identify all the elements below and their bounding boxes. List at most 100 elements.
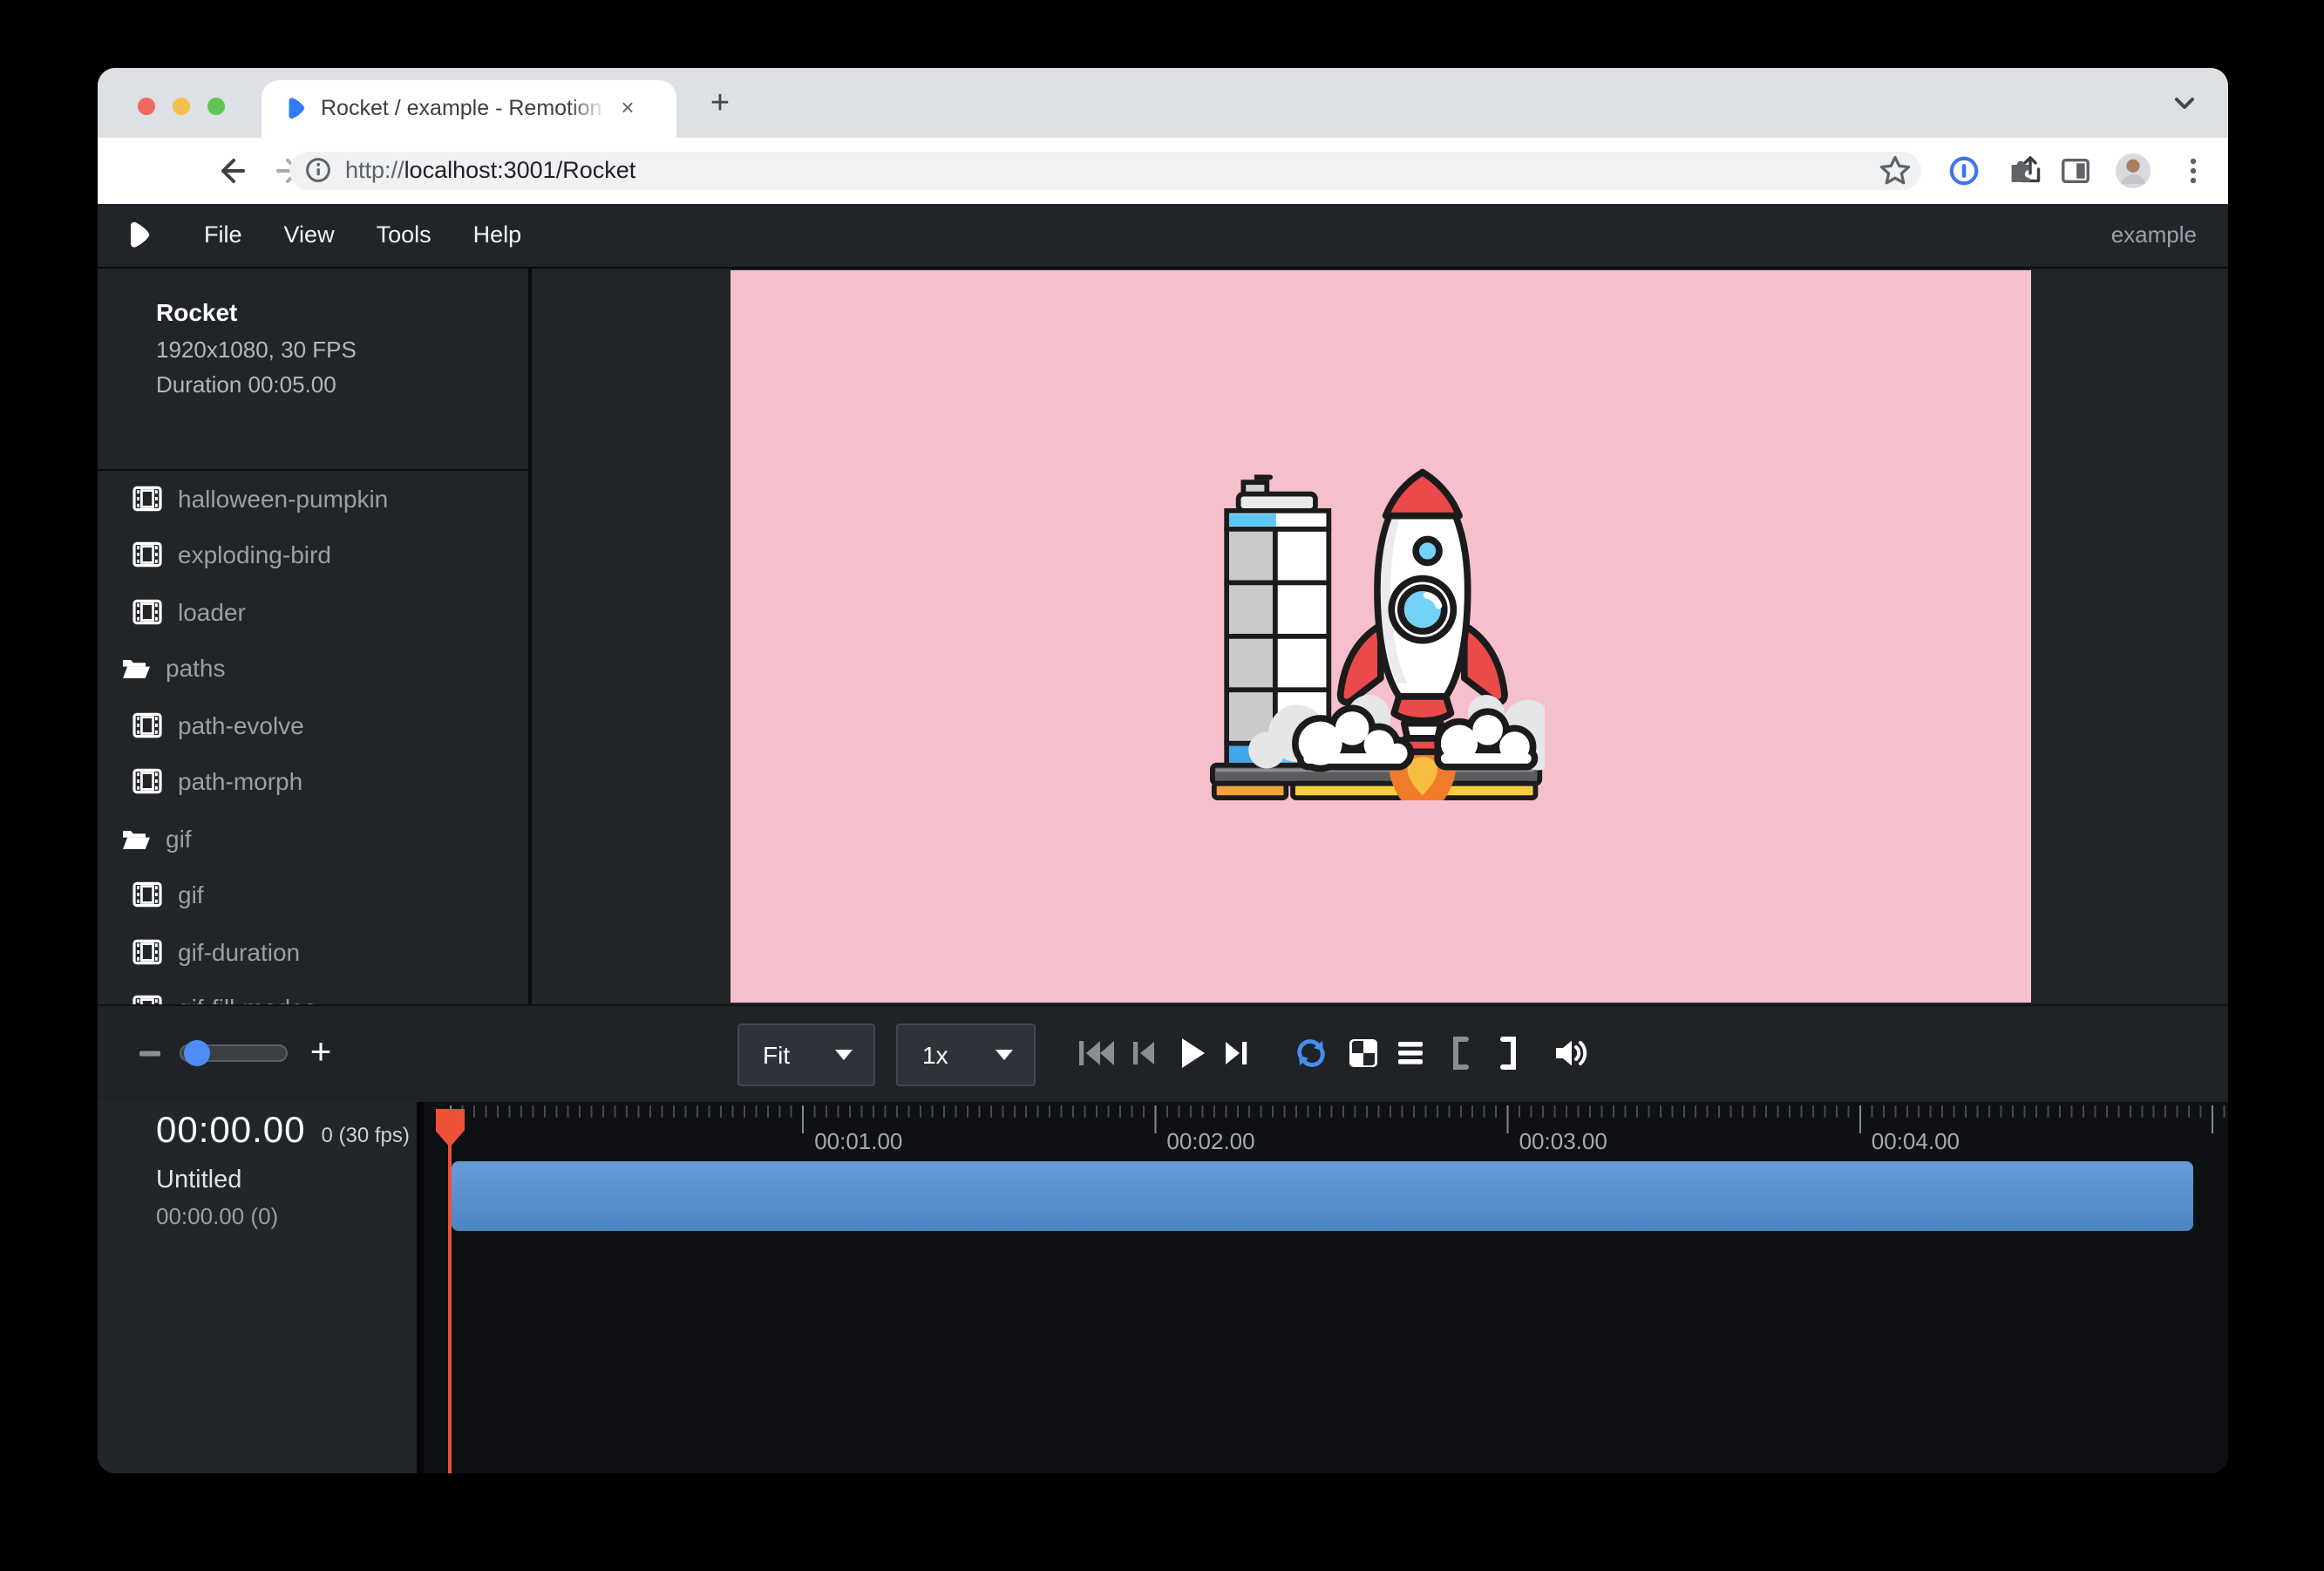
tab-strip: Rocket / example - Remotion P × +: [98, 68, 2228, 138]
preview-area: [532, 268, 2228, 1003]
track-range: 00:00.00 (0): [156, 1203, 278, 1229]
composition-duration: Duration 00:05.00: [156, 371, 528, 397]
url-text: http://localhost:3001/Rocket: [345, 158, 635, 184]
zoom-slider-thumb[interactable]: [183, 1041, 209, 1067]
browser-menu-dots-icon[interactable]: [2179, 155, 2207, 187]
tab-close-icon[interactable]: ×: [614, 95, 642, 123]
speed-dropdown[interactable]: 1x: [896, 1023, 1036, 1085]
next-frame-icon[interactable]: [1222, 1040, 1248, 1068]
sequence-bar[interactable]: [452, 1161, 2193, 1231]
site-info-icon[interactable]: [305, 158, 331, 184]
tab-search-chevron-icon[interactable]: [2169, 87, 2200, 119]
timeline-left-panel: 00:00.00 0 (30 fps) Untitled 00:00.00 (0…: [98, 1102, 416, 1473]
menu-file[interactable]: File: [183, 221, 263, 248]
track-name: Untitled: [156, 1166, 241, 1194]
ruler-label: 00:01.00: [814, 1127, 902, 1153]
composition-info: Rocket 1920x1080, 30 FPS Duration 00:05.…: [98, 268, 528, 397]
browser-tab[interactable]: Rocket / example - Remotion P ×: [262, 79, 676, 138]
menu-help[interactable]: Help: [452, 221, 543, 248]
size-dropdown[interactable]: Fit: [737, 1023, 874, 1085]
remotion-logo-icon[interactable]: [126, 220, 152, 249]
composition-gif[interactable]: gif: [98, 867, 528, 923]
rocket-nose: [1385, 472, 1458, 515]
url-bar[interactable]: http://localhost:3001/Rocket: [289, 152, 1921, 189]
rocket-illustration: [1209, 465, 1544, 799]
in-point-bracket-icon[interactable]: [1451, 1037, 1469, 1071]
timeline-tracks-icon[interactable]: [1396, 1041, 1424, 1067]
film-icon: [133, 996, 162, 1004]
loop-icon[interactable]: [1293, 1038, 1328, 1070]
tab-title: Rocket / example - Remotion P: [321, 97, 607, 121]
folder-open-icon: [120, 656, 152, 682]
ruler-label: 00:03.00: [1519, 1127, 1607, 1153]
composition-loader[interactable]: loader: [98, 583, 528, 640]
playhead-handle[interactable]: [435, 1109, 465, 1147]
film-icon: [133, 542, 162, 568]
bookmark-star-icon[interactable]: [1878, 153, 1913, 188]
playhead-line: [448, 1109, 452, 1473]
folder-gif[interactable]: gif: [98, 810, 528, 867]
volume-icon[interactable]: [1553, 1038, 1588, 1070]
transparency-checkerboard-icon[interactable]: [1348, 1039, 1377, 1069]
remotion-favicon: [284, 97, 307, 121]
ruler-second-ticks: [450, 1105, 2228, 1133]
composition-label: path-evolve: [178, 711, 304, 739]
composition-exploding-bird[interactable]: exploding-bird: [98, 527, 528, 583]
rocket-window-small: [1415, 538, 1438, 561]
composition-label: paths: [166, 655, 226, 683]
close-window-button[interactable]: [137, 98, 154, 115]
browser-toolbar: http://localhost:3001/Rocket: [98, 138, 2228, 203]
composition-gif-fill-modes[interactable]: gif-fill-modes: [98, 980, 528, 1003]
menu-items: FileViewToolsHelp: [183, 221, 542, 248]
profile-avatar[interactable]: [2115, 153, 2151, 189]
current-timecode: 00:00.00: [156, 1111, 306, 1153]
onepassword-extension-icon[interactable]: [1947, 154, 1981, 187]
composition-label: exploding-bird: [178, 541, 331, 569]
film-icon: [133, 882, 162, 908]
fullscreen-window-button[interactable]: [207, 98, 224, 115]
playback-controls-bar: + Fit 1x: [98, 1003, 2228, 1102]
menu-view[interactable]: View: [263, 221, 356, 248]
current-frame-info: 0 (30 fps): [322, 1123, 410, 1147]
composition-halloween-pumpkin[interactable]: halloween-pumpkin: [98, 470, 528, 527]
new-tab-button[interactable]: +: [697, 82, 743, 127]
out-point-bracket-icon[interactable]: [1499, 1037, 1517, 1071]
rocket-fin-left: [1340, 625, 1380, 701]
folder-paths[interactable]: paths: [98, 640, 528, 697]
speed-dropdown-label: 1x: [922, 1040, 948, 1068]
zoom-out-icon[interactable]: [139, 1051, 160, 1056]
composition-label: halloween-pumpkin: [178, 485, 388, 513]
video-canvas: [730, 269, 2030, 1002]
browser-window: Rocket / example - Remotion P × +: [98, 68, 2228, 1473]
film-icon: [133, 599, 162, 625]
previous-frame-icon[interactable]: [1131, 1040, 1157, 1068]
composition-label: gif: [178, 881, 204, 909]
composition-label: loader: [178, 598, 246, 626]
composition-path-evolve[interactable]: path-evolve: [98, 697, 528, 753]
play-icon[interactable]: [1177, 1037, 1206, 1071]
timeline-track-area[interactable]: 00:01.0000:02.0000:03.0000:04.00: [423, 1102, 2228, 1473]
screen: Rocket / example - Remotion P × +: [0, 0, 2324, 1571]
skip-to-start-icon[interactable]: [1077, 1039, 1116, 1069]
menu-tools[interactable]: Tools: [356, 221, 452, 248]
composition-meta: 1920x1080, 30 FPS: [156, 336, 528, 362]
bundle-name-label: example: [2111, 221, 2197, 248]
compositions-sidebar: Rocket 1920x1080, 30 FPS Duration 00:05.…: [98, 268, 532, 1003]
film-icon: [133, 769, 162, 795]
film-icon: [133, 939, 162, 965]
composition-label: gif-fill-modes: [178, 995, 316, 1004]
back-icon[interactable]: [214, 153, 249, 188]
extensions-puzzle-icon[interactable]: [2005, 154, 2038, 187]
composition-path-morph[interactable]: path-morph: [98, 753, 528, 810]
timeline-panel-divider: [416, 1102, 423, 1473]
size-dropdown-label: Fit: [763, 1040, 790, 1068]
composition-label: gif-duration: [178, 938, 300, 966]
film-icon: [133, 712, 162, 738]
composition-list: halloween-pumpkin exploding-bird loader pat…: [98, 470, 528, 1003]
caret-down-icon: [834, 1049, 852, 1059]
composition-gif-duration[interactable]: gif-duration: [98, 923, 528, 980]
zoom-in-icon[interactable]: +: [310, 1035, 332, 1071]
ruler-label: 00:04.00: [1872, 1127, 1960, 1153]
minimize-window-button[interactable]: [172, 98, 189, 115]
side-panel-icon[interactable]: [2059, 154, 2092, 187]
